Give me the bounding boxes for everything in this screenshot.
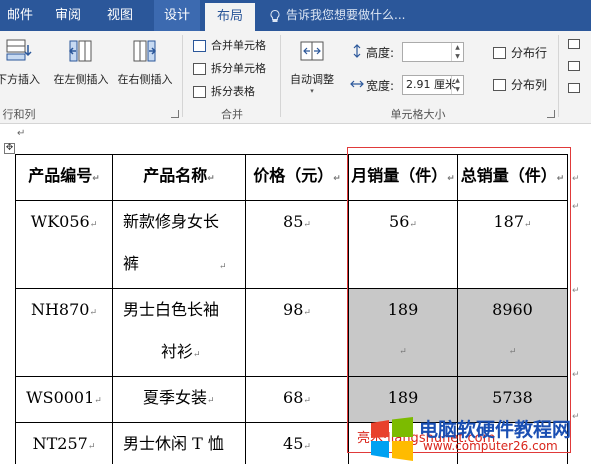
column-width-input[interactable]: 2.91 厘米 ▲ ▼ <box>402 75 464 95</box>
end-of-row-mark: ↵ <box>572 202 580 212</box>
insert-right-button[interactable]: 在右侧插入 <box>114 35 176 95</box>
cell-size-group-label: 单元格大小 <box>390 108 446 121</box>
distribute-rows-button[interactable]: 分布行 <box>493 43 547 63</box>
merge-cells-label: 合并单元格 <box>211 39 266 52</box>
cell-price[interactable]: 68↵ <box>245 376 349 423</box>
row-height-input[interactable]: ▲ ▼ <box>402 42 464 62</box>
align-bottom-left-icon[interactable] <box>568 83 580 93</box>
split-table-button[interactable]: 拆分表格 <box>193 82 255 102</box>
column-width-icon <box>350 80 364 88</box>
tab-mailings[interactable]: 邮件 <box>0 0 40 31</box>
merge-cells-button[interactable]: 合并单元格 <box>193 36 266 56</box>
width-spinner[interactable]: ▲ ▼ <box>451 76 463 94</box>
table-move-handle-icon[interactable]: ✥ <box>4 143 15 154</box>
cell-product-name[interactable]: 新款修身女长裤 ↵ <box>112 200 246 289</box>
group-separator <box>558 35 559 117</box>
autofit-label: 自动调整 <box>290 73 334 86</box>
distribute-rows-icon <box>493 47 506 59</box>
insert-left-button[interactable]: 在左侧插入 <box>50 35 112 95</box>
insert-below-button[interactable]: 下方插入 <box>0 35 44 95</box>
windows-logo-icon <box>371 417 413 461</box>
tab-view[interactable]: 视图 <box>98 0 142 31</box>
group-separator <box>182 35 183 117</box>
end-of-row-mark: ↵ <box>572 370 580 380</box>
merge-cells-icon <box>193 40 206 52</box>
insert-below-label: 下方插入 <box>0 73 40 86</box>
tab-design[interactable]: 设计 <box>154 0 200 31</box>
watermark-title: 电脑软硬件教程网 <box>419 419 572 441</box>
split-table-label: 拆分表格 <box>211 85 255 98</box>
cell-price[interactable]: 85↵ <box>245 200 349 289</box>
selection-highlight-box <box>347 147 571 453</box>
cell-product-id[interactable]: NH870↵ <box>15 288 113 377</box>
distribute-cols-label: 分布列 <box>511 78 548 92</box>
autofit-button[interactable]: 自动调整 ▾ <box>284 35 340 95</box>
distribute-cols-button[interactable]: 分布列 <box>493 75 547 95</box>
cell-size-launcher-icon[interactable] <box>547 110 555 118</box>
cell-price[interactable]: 98↵ <box>245 288 349 377</box>
row-height-icon <box>353 44 361 58</box>
distribute-cols-icon <box>493 79 506 91</box>
watermark: 亮术·liangshunet.com 电脑软硬件教程网 www.computer… <box>357 411 591 464</box>
watermark-url: www.computer26.com <box>423 439 558 453</box>
split-table-icon <box>193 86 206 98</box>
ribbon-body: 下方插入 在左侧插入 在右侧插入 行和列 合并单元格 拆分单元格 拆分表格 合并 <box>0 31 591 124</box>
paragraph-mark: ↵ <box>17 128 26 139</box>
document-canvas[interactable]: ↵ ✥ 产品编号↵ 产品名称↵ 价格（元）↵ 月销量（件）↵ 总销量（件）↵ W… <box>0 124 591 464</box>
split-cells-label: 拆分单元格 <box>211 62 266 75</box>
merge-group-label: 合并 <box>221 108 243 121</box>
header-price[interactable]: 价格（元）↵ <box>245 154 349 201</box>
column-width-value: 2.91 厘米 <box>406 78 456 91</box>
end-of-row-mark: ↵ <box>572 174 580 184</box>
cell-product-name[interactable]: 男士休闲 T 恤 <box>112 422 246 464</box>
cell-product-name[interactable]: 夏季女装↵ <box>112 376 246 423</box>
insert-left-icon <box>68 40 92 62</box>
tab-review[interactable]: 审阅 <box>46 0 90 31</box>
cell-product-id[interactable]: NT257↵ <box>15 422 113 464</box>
end-of-row-mark: ↵ <box>572 286 580 296</box>
group-separator <box>280 35 281 117</box>
insert-right-label: 在右侧插入 <box>117 73 173 86</box>
width-label: 宽度: <box>366 79 395 93</box>
align-center-left-icon[interactable] <box>568 61 580 71</box>
tell-me-text: 告诉我您想要做什么... <box>286 8 406 22</box>
distribute-rows-label: 分布行 <box>511 46 548 60</box>
insert-right-icon <box>133 40 157 62</box>
cell-price[interactable]: 45↵ <box>245 422 349 464</box>
rows-cols-group-label: 行和列 <box>2 108 36 121</box>
align-top-left-icon[interactable] <box>568 39 580 49</box>
cell-product-id[interactable]: WK056↵ <box>15 200 113 289</box>
ribbon-tab-bar: 邮件 审阅 视图 设计 布局 告诉我您想要做什么... <box>0 0 591 31</box>
height-spinner[interactable]: ▲ ▼ <box>451 43 463 61</box>
lightbulb-icon <box>270 10 280 22</box>
split-cells-icon <box>193 63 206 75</box>
rows-cols-launcher-icon[interactable] <box>171 110 179 118</box>
chevron-down-icon: ▾ <box>310 87 314 95</box>
autofit-icon <box>300 41 324 61</box>
insert-left-label: 在左侧插入 <box>53 73 109 86</box>
cell-product-name[interactable]: 男士白色长袖 衬衫↵ <box>112 288 246 377</box>
cell-product-id[interactable]: WS0001↵ <box>15 376 113 423</box>
header-product-name[interactable]: 产品名称↵ <box>112 154 246 201</box>
header-product-id[interactable]: 产品编号↵ <box>15 154 113 201</box>
insert-below-icon <box>6 39 32 61</box>
split-cells-button[interactable]: 拆分单元格 <box>193 59 266 79</box>
tell-me-box[interactable]: 告诉我您想要做什么... <box>270 0 405 31</box>
tab-layout[interactable]: 布局 <box>205 3 255 31</box>
height-label: 高度: <box>366 46 395 60</box>
